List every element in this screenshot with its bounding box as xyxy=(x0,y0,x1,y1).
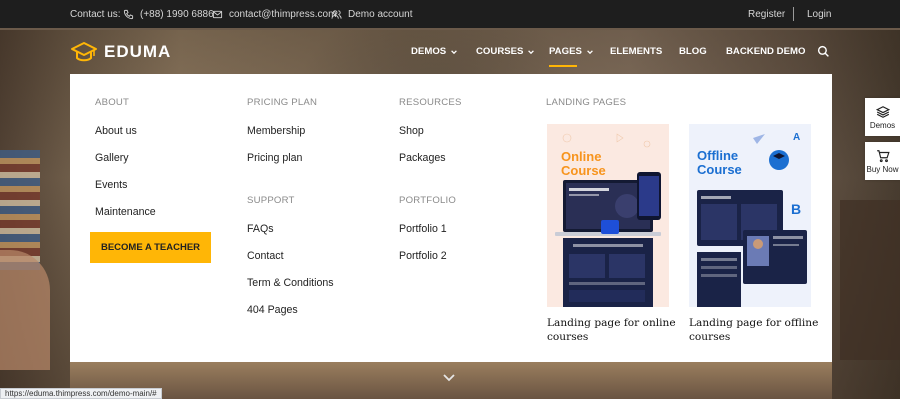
about-heading: ABOUT xyxy=(95,97,130,108)
pages-mega-menu: ABOUT About us Gallery Events Maintenanc… xyxy=(70,74,832,362)
online-card-line1: Online xyxy=(561,149,601,164)
register-text: Register xyxy=(748,8,786,20)
email-contact[interactable]: contact@thimpress.com xyxy=(212,0,336,28)
menu-link-shop[interactable]: Shop xyxy=(399,125,424,137)
offline-card-letter-b: B xyxy=(791,201,801,217)
cart-icon xyxy=(876,149,890,162)
menu-link-404-pages[interactable]: 404 Pages xyxy=(247,304,298,316)
buy-now-side-label: Buy Now xyxy=(866,164,899,174)
top-bar: Contact us: (+88) 1990 6886 contact@thim… xyxy=(0,0,900,28)
pricing-plan-heading: PRICING PLAN xyxy=(247,97,318,108)
demo-account-text: Demo account xyxy=(348,8,413,20)
online-course-illustration: Online Course xyxy=(547,124,669,307)
portfolio-heading: PORTFOLIO xyxy=(399,195,457,206)
menu-link-gallery[interactable]: Gallery xyxy=(95,152,129,164)
online-card-line2: Course xyxy=(561,163,606,178)
demos-side-button[interactable]: Demos xyxy=(865,98,900,136)
site-header: EDUMA DEMOS COURSES PAGES ELEMENTS BLOG … xyxy=(0,30,900,74)
nav-courses[interactable]: COURSES xyxy=(476,46,535,57)
register-link[interactable]: Register xyxy=(748,0,785,28)
demos-side-label: Demos xyxy=(869,120,896,130)
online-course-landing-link[interactable]: Landing page for online courses xyxy=(547,316,677,344)
menu-link-about-us[interactable]: About us xyxy=(95,125,137,137)
users-icon xyxy=(331,9,342,19)
phone-icon xyxy=(123,9,134,19)
graduation-cap-icon xyxy=(71,42,97,62)
support-heading: SUPPORT xyxy=(247,195,295,206)
logo-text: EDUMA xyxy=(104,42,172,61)
menu-link-membership[interactable]: Membership xyxy=(247,125,305,137)
nav-pages-label: PAGES xyxy=(549,46,582,57)
landing-pages-heading: LANDING PAGES xyxy=(546,97,627,108)
offline-card-line2: Course xyxy=(697,162,742,177)
nav-demos-label: DEMOS xyxy=(411,46,447,57)
nav-blog-label: BLOG xyxy=(679,46,707,57)
chevron-down-icon xyxy=(451,49,458,54)
nav-courses-label: COURSES xyxy=(476,46,524,57)
menu-link-portfolio-2[interactable]: Portfolio 2 xyxy=(399,250,447,262)
search-icon xyxy=(817,45,829,57)
nav-blog[interactable]: BLOG xyxy=(679,46,707,57)
menu-link-faqs[interactable]: FAQs xyxy=(247,223,274,235)
topbar-divider xyxy=(793,7,794,21)
nav-backend-demo-label: BACKEND DEMO xyxy=(726,46,806,57)
contact-label-text: Contact us: xyxy=(70,8,121,20)
offline-course-thumbnail[interactable]: A B Offline Course xyxy=(689,124,811,307)
become-a-teacher-button[interactable]: BECOME A TEACHER xyxy=(90,232,211,263)
nav-demos[interactable]: DEMOS xyxy=(411,46,458,57)
login-link[interactable]: Login xyxy=(807,0,831,28)
layers-icon xyxy=(875,105,890,118)
offline-card-line1: Offline xyxy=(697,148,738,163)
online-course-thumbnail[interactable]: Online Course xyxy=(547,124,669,307)
nav-active-indicator xyxy=(549,65,577,67)
background-figure-right xyxy=(840,200,900,360)
login-text: Login xyxy=(807,8,832,20)
email-text: contact@thimpress.com xyxy=(229,8,337,20)
resources-heading: RESOURCES xyxy=(399,97,462,108)
scroll-down-chevron-icon[interactable] xyxy=(443,374,455,382)
nav-backend-demo[interactable]: BACKEND DEMO xyxy=(726,46,805,57)
menu-link-pricing-plan[interactable]: Pricing plan xyxy=(247,152,302,164)
status-bar-url: https://eduma.thimpress.com/demo-main/# xyxy=(0,388,162,399)
phone-text: (+88) 1990 6886 xyxy=(140,8,214,20)
background-figure-left xyxy=(0,250,50,370)
nav-elements[interactable]: ELEMENTS xyxy=(610,46,662,57)
menu-link-terms[interactable]: Term & Conditions xyxy=(247,277,334,289)
buy-now-side-button[interactable]: Buy Now xyxy=(865,142,900,180)
menu-link-events[interactable]: Events xyxy=(95,179,127,191)
mail-icon xyxy=(212,10,223,18)
nav-pages[interactable]: PAGES xyxy=(549,46,594,57)
phone-contact[interactable]: (+88) 1990 6886 xyxy=(123,0,214,28)
demo-account-link[interactable]: Demo account xyxy=(331,0,412,28)
offline-course-illustration: A B Offline Course xyxy=(689,124,811,307)
site-logo[interactable]: EDUMA xyxy=(70,41,171,63)
chevron-down-icon xyxy=(528,49,535,54)
menu-link-portfolio-1[interactable]: Portfolio 1 xyxy=(399,223,447,235)
nav-elements-label: ELEMENTS xyxy=(610,46,663,57)
contact-label: Contact us: xyxy=(70,0,121,28)
menu-link-packages[interactable]: Packages xyxy=(399,152,446,164)
chevron-down-icon xyxy=(587,49,593,54)
menu-link-maintenance[interactable]: Maintenance xyxy=(95,206,156,218)
offline-course-landing-link[interactable]: Landing page for offline courses xyxy=(689,316,819,344)
search-button[interactable] xyxy=(817,45,830,58)
menu-link-contact[interactable]: Contact xyxy=(247,250,284,262)
offline-card-letter-a: A xyxy=(793,132,800,143)
